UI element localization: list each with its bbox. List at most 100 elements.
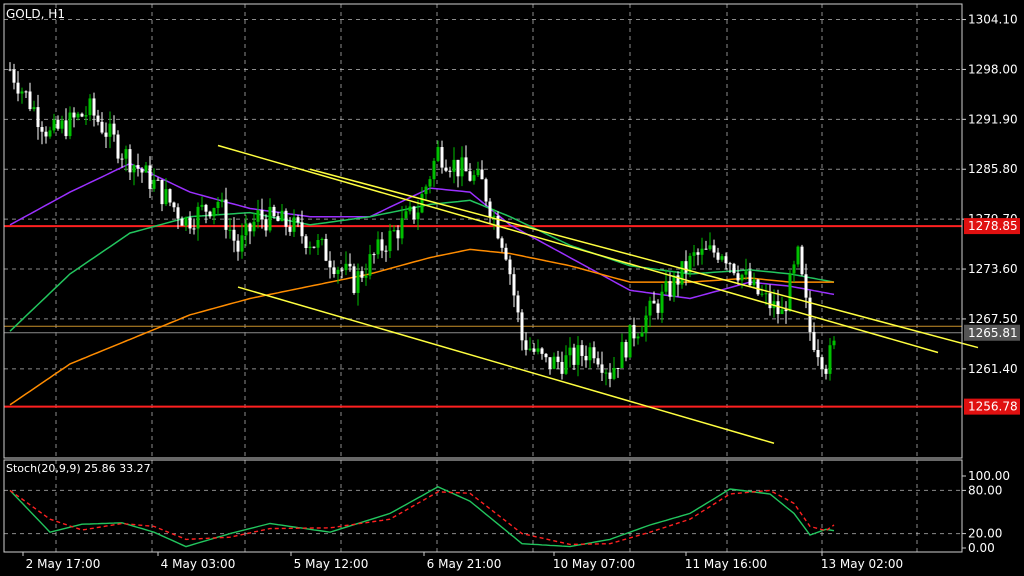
time-tick-label: 6 May 21:00	[427, 557, 502, 571]
candle-body	[260, 210, 264, 220]
candle-body	[612, 368, 616, 379]
candle-body	[776, 301, 780, 315]
candle-body	[188, 217, 192, 229]
candle-body	[368, 254, 372, 276]
candle-body	[648, 300, 652, 316]
candle-body	[224, 199, 228, 230]
candle-body	[268, 206, 272, 231]
candle-body	[436, 147, 440, 161]
candle-body	[788, 273, 792, 312]
candle-body	[416, 212, 420, 220]
candle-body	[92, 98, 96, 116]
candle-body	[632, 324, 636, 339]
candle-body	[544, 353, 548, 358]
candle-body	[112, 123, 116, 135]
candle-body	[236, 240, 240, 252]
candle-body	[116, 134, 120, 159]
candle-body	[44, 131, 48, 137]
candle-body	[476, 169, 480, 176]
candle-body	[204, 204, 208, 212]
candle-body	[108, 123, 112, 137]
time-tick-label: 4 May 03:00	[161, 557, 236, 571]
candle-body	[704, 248, 708, 250]
candle-body	[32, 107, 36, 110]
symbol-label: GOLD, H1	[6, 7, 65, 21]
candle-body	[760, 293, 764, 295]
candle-body	[212, 208, 216, 217]
candle-body	[88, 98, 92, 116]
price-tick-label: 1273.60	[968, 262, 1018, 276]
candle-body	[60, 120, 64, 129]
candle-body	[616, 368, 620, 370]
candle-body	[644, 315, 648, 333]
stoch-tick-label: 80.00	[968, 483, 1002, 497]
candle-body	[736, 273, 740, 281]
candle-body	[264, 219, 268, 231]
candle-body	[100, 121, 104, 133]
candle-body	[812, 331, 816, 350]
candle-body	[744, 271, 748, 275]
candle-body	[748, 271, 752, 286]
candle-body	[828, 345, 832, 374]
time-tick-label: 5 May 12:00	[294, 557, 369, 571]
candle-body	[332, 267, 336, 275]
candle-body	[684, 261, 688, 273]
candle-body	[256, 210, 260, 222]
candle-body	[208, 211, 212, 217]
candle-body	[460, 157, 464, 177]
candle-body	[552, 356, 556, 369]
candle-body	[308, 246, 312, 248]
candle-body	[560, 361, 564, 374]
candle-body	[804, 274, 808, 298]
candle-body	[796, 246, 800, 265]
candle-body	[720, 256, 724, 260]
candle-body	[128, 149, 132, 173]
candle-body	[592, 347, 596, 359]
candle-body	[136, 165, 140, 169]
candle-body	[728, 263, 732, 265]
candle-body	[176, 207, 180, 219]
candle-body	[524, 340, 528, 350]
time-tick-label: 10 May 07:00	[553, 557, 635, 571]
candle-body	[192, 228, 196, 230]
candle-body	[452, 159, 456, 172]
candle-body	[56, 119, 60, 129]
candle-body	[8, 69, 12, 71]
candle-body	[792, 264, 796, 274]
candle-body	[580, 345, 584, 356]
price-level-tag-label: 1265.81	[968, 326, 1018, 340]
candle-body	[352, 266, 356, 293]
candle-body	[412, 206, 416, 220]
candle-body	[320, 238, 324, 241]
candle-body	[216, 201, 220, 209]
candle-body	[484, 179, 488, 202]
candle-body	[564, 355, 568, 374]
price-tick-label: 1291.90	[968, 112, 1018, 126]
candle-body	[292, 217, 296, 232]
candle-body	[36, 107, 40, 128]
candle-body	[364, 275, 368, 278]
candle-body	[244, 223, 248, 236]
candle-body	[184, 217, 188, 226]
candle-body	[724, 256, 728, 264]
candle-body	[468, 171, 472, 181]
candle-body	[40, 127, 44, 132]
candle-body	[668, 281, 672, 297]
candle-body	[504, 247, 508, 260]
price-tick-label: 1267.50	[968, 312, 1018, 326]
candle-body	[284, 210, 288, 227]
candle-body	[156, 179, 160, 181]
candle-body	[520, 312, 524, 341]
candle-body	[272, 206, 276, 217]
candle-body	[360, 271, 364, 278]
candle-body	[140, 168, 144, 173]
candle-body	[312, 246, 316, 248]
stoch-tick-label: 100.00	[968, 469, 1010, 483]
candle-body	[80, 113, 84, 117]
candle-body	[344, 263, 348, 271]
price-tick-label: 1285.80	[968, 162, 1018, 176]
candle-body	[480, 169, 484, 180]
candle-body	[444, 167, 448, 171]
candle-body	[356, 271, 360, 293]
candle-body	[732, 263, 736, 274]
